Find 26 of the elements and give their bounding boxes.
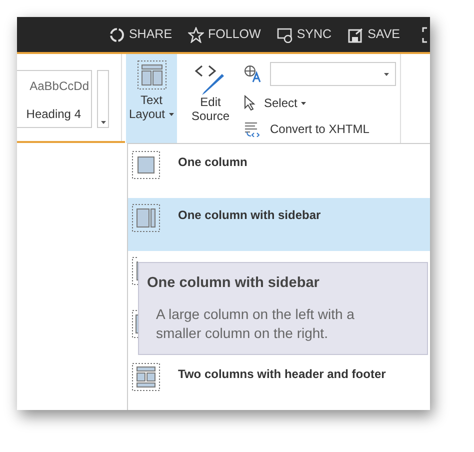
toolbar-button[interactable]: SAVE [342,25,405,44]
language-icon [244,65,262,83]
convert-icon [244,121,262,137]
share-icon [108,26,125,42]
toolbar-button[interactable]: SHARE [104,25,178,44]
layout-option[interactable]: One column with sidebar [128,198,430,251]
caret-icon [100,121,106,124]
text-layout-button[interactable]: Text Layout [126,54,177,143]
caret-icon [169,113,174,116]
style-gallery[interactable]: AaBbCcDd Heading 4 [17,70,92,128]
toolbar-button[interactable]: SYNC [272,25,337,44]
save-icon [348,26,364,42]
star-icon [188,26,204,42]
caret-icon [384,72,389,76]
edit-source-button[interactable]: Edit Source [185,54,236,143]
sync-icon [276,26,293,42]
style-name: Heading 4 [26,106,82,123]
pointer-icon [244,95,256,111]
convert-button[interactable]: Convert to XHTML [244,120,396,138]
tooltip-text: A large column on the left with a smaller column on the right. [155,304,356,343]
toolbar-button[interactable]: FOLLOW [183,25,266,44]
tooltip-title: One column with sidebar [146,274,320,293]
style-sample-text: AaBbCcDd [30,78,89,95]
select-button[interactable]: Select [244,94,396,112]
dropdown-field[interactable] [270,62,396,86]
caret-icon [301,102,306,104]
